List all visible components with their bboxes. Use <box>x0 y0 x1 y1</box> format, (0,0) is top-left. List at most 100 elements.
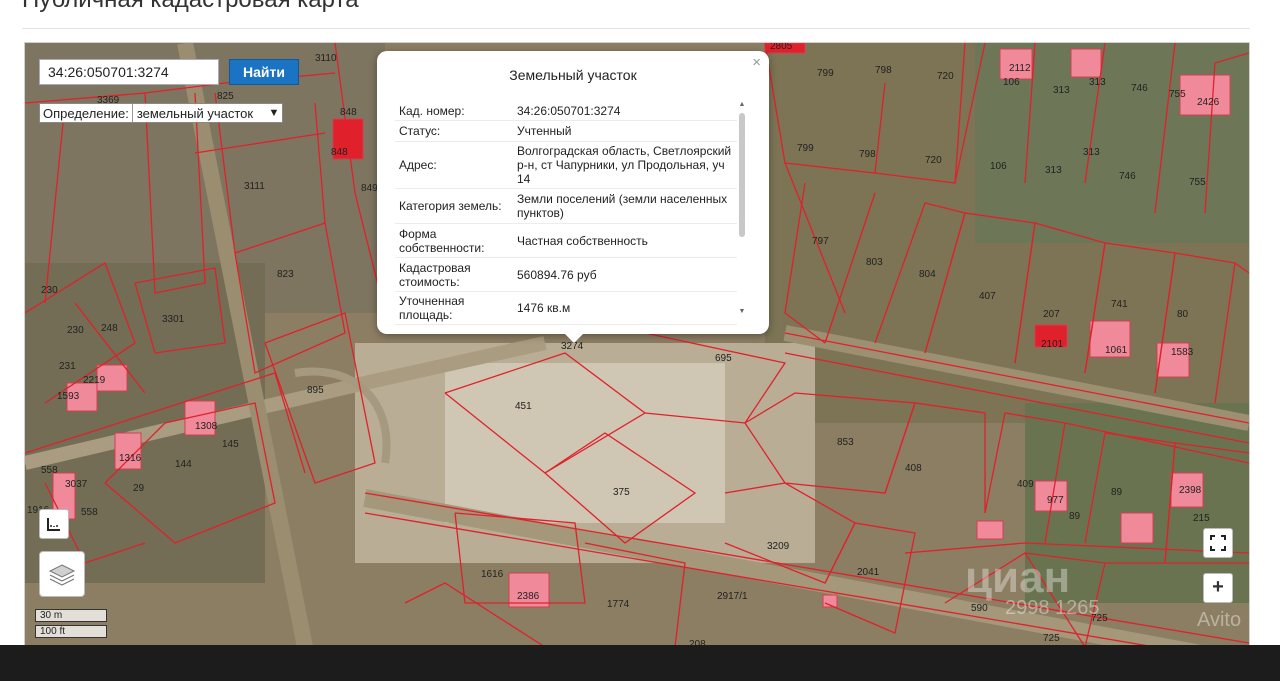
plot-label: 825 <box>217 91 234 102</box>
fullscreen-icon <box>1210 535 1226 551</box>
plot-label: 755 <box>1169 89 1186 100</box>
plot-label: 207 <box>1043 309 1060 320</box>
plot-label: 248 <box>101 323 118 334</box>
plot-label: 215 <box>1193 513 1210 524</box>
plot-label: 797 <box>812 236 829 247</box>
definition-value: земельный участок <box>136 105 254 121</box>
attr-value: 1476 кв.м <box>517 301 571 315</box>
plot-label: 2917/1 <box>717 591 748 602</box>
plot-label: 2112 <box>1009 63 1031 74</box>
plot-label: 848 <box>331 147 348 158</box>
plot-label: 2386 <box>517 591 540 602</box>
attr-value: Учтенный <box>517 124 572 138</box>
plot-label: 798 <box>875 65 892 76</box>
plot-label: 2426 <box>1197 97 1220 108</box>
plot-label: 1061 <box>1105 345 1128 356</box>
attr-row-status: Статус: Учтенный <box>395 121 737 142</box>
plot-label: 230 <box>41 285 58 296</box>
plot-label: 746 <box>1131 83 1148 94</box>
plot-label: 725 <box>1043 633 1060 644</box>
plot-label: 89 <box>1111 487 1123 498</box>
attr-key: Статус: <box>399 124 441 138</box>
plot-label: 853 <box>837 437 854 448</box>
plot-label: 231 <box>59 361 76 372</box>
attr-row-cadastral-value: Кадастровая стоимость: 560894.76 руб <box>395 258 737 292</box>
attr-key: Категория земель: <box>399 199 502 213</box>
cadastral-map[interactable]: 3110 3369 825 848 848 849 3111 823 3301 … <box>24 42 1250 648</box>
plot-label: 741 <box>1111 299 1128 310</box>
plot-label: 145 <box>222 439 239 450</box>
plot-label: 3110 <box>315 53 337 64</box>
cadastral-search-input[interactable]: 34:26:050701:3274 <box>39 59 219 85</box>
watermark-site: Avito <box>1197 609 1242 631</box>
plot-label: 695 <box>715 353 732 364</box>
plot-label: 3111 <box>244 181 265 192</box>
plot-label: 799 <box>817 68 834 79</box>
plot-label: 803 <box>866 257 883 268</box>
plot-label: 1593 <box>57 391 80 402</box>
attr-value: Земли поселений (земли населенных пункто… <box>517 192 728 220</box>
attr-key: Уточненная площадь: <box>399 294 465 322</box>
attr-value: Частная собственность <box>517 233 648 248</box>
fullscreen-button[interactable] <box>1203 528 1233 558</box>
plot-label: 558 <box>81 507 98 518</box>
plot-label: 89 <box>1069 511 1081 522</box>
plot-label: 799 <box>797 143 814 154</box>
plot-label: 29 <box>133 483 145 494</box>
parcel-info-popup: Земельный участок × Кад. номер: 34:26:05… <box>377 51 769 334</box>
plot-label: 977 <box>1047 495 1064 506</box>
plot-label: 804 <box>919 269 936 280</box>
scroll-down-icon[interactable]: ▼ <box>737 308 747 315</box>
watermark-code: 2998 1265 <box>1005 597 1100 619</box>
attr-key: Кадастровая стоимость: <box>399 260 471 289</box>
plot-label: 746 <box>1119 171 1136 182</box>
definition-select[interactable]: Определение: земельный участок ▼ <box>39 103 283 123</box>
plot-label: 1583 <box>1171 347 1194 358</box>
scrollbar-thumb[interactable] <box>739 113 745 237</box>
plot-label: 106 <box>1003 77 1020 88</box>
plot-label: 313 <box>1045 165 1062 176</box>
plot-label: 3037 <box>65 479 88 490</box>
plot-label: 313 <box>1089 77 1106 88</box>
plot-label: 2219 <box>83 375 106 386</box>
scale-imperial: 100 ft <box>35 625 107 638</box>
plot-label: 720 <box>925 155 942 166</box>
popup-pointer <box>564 333 584 343</box>
zoom-in-button[interactable]: + <box>1203 573 1233 603</box>
attr-key: Кад. номер: <box>399 103 465 118</box>
plot-label: 798 <box>859 149 876 160</box>
ruler-button[interactable] <box>39 509 69 539</box>
plot-label: 823 <box>277 269 294 280</box>
close-icon[interactable]: × <box>752 54 761 71</box>
page-title: Публичная кадастровая карта <box>22 0 359 14</box>
popup-scrollbar[interactable]: ▲ ▼ <box>737 101 747 315</box>
plot-label: 1616 <box>481 569 504 580</box>
title-divider <box>22 28 1250 29</box>
layers-icon <box>48 564 76 586</box>
scroll-up-icon[interactable]: ▲ <box>737 101 747 108</box>
plot-label: 2101 <box>1041 339 1064 350</box>
plot-label: 144 <box>175 459 192 470</box>
plot-label: 558 <box>41 465 58 476</box>
plot-label: 590 <box>971 603 988 614</box>
plot-label: 409 <box>1017 479 1034 490</box>
plot-label: 720 <box>937 71 954 82</box>
attr-row-address: Адрес: Волгоградская область, Светлоярск… <box>395 142 737 189</box>
plot-label: 375 <box>613 487 630 498</box>
plot-label: 3209 <box>767 541 790 552</box>
attr-key: Адрес: <box>399 158 437 172</box>
chevron-down-icon: ▼ <box>268 107 280 119</box>
scale-metric: 30 m <box>35 609 107 622</box>
ruler-icon <box>47 518 60 531</box>
plot-label: 80 <box>1177 309 1189 320</box>
plot-label: 313 <box>1053 85 1070 96</box>
attr-row-ownership: Форма собственности: Частная собственнос… <box>395 224 737 258</box>
plot-label: 3301 <box>162 314 185 325</box>
definition-label: Определение: <box>40 104 133 122</box>
search-button[interactable]: Найти <box>229 59 299 85</box>
plot-label: 1774 <box>607 599 630 610</box>
attr-value: 560894.76 руб <box>517 267 597 282</box>
layers-button[interactable] <box>39 551 85 597</box>
plot-label: 451 <box>515 401 532 412</box>
plot-label: 895 <box>307 385 324 396</box>
